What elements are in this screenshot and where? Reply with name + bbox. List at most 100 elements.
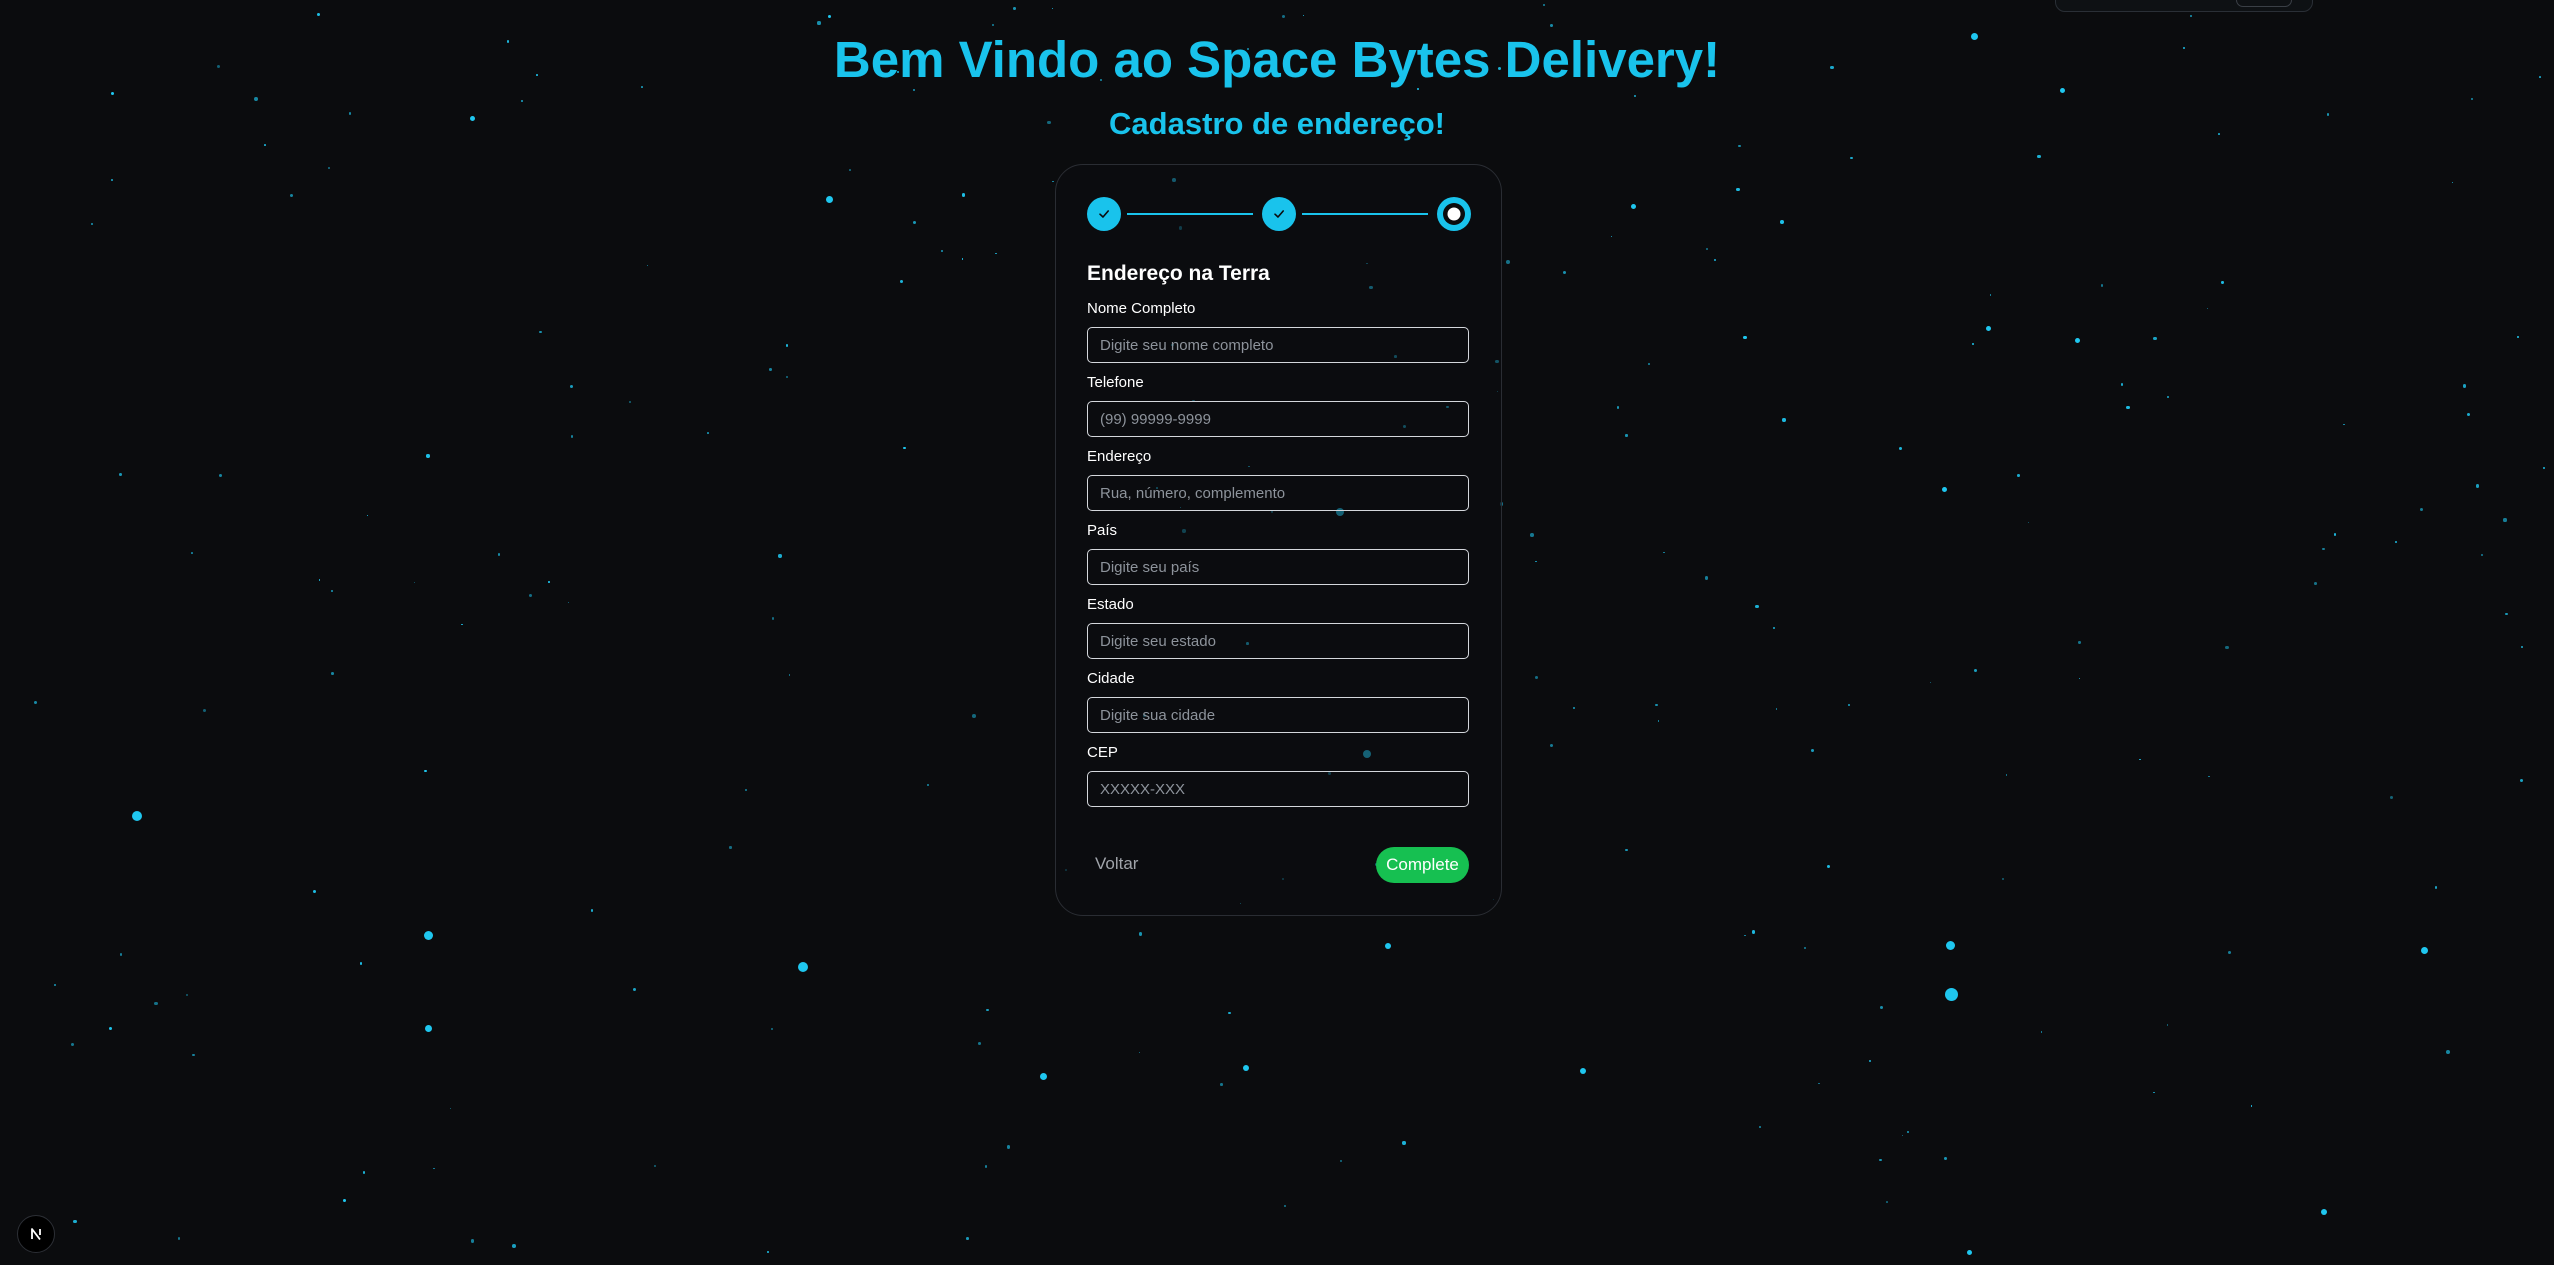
star	[1941, 486, 1947, 492]
star	[2519, 778, 2523, 782]
star	[2005, 774, 2008, 777]
star	[2206, 307, 2208, 309]
star	[567, 602, 570, 604]
star	[413, 581, 416, 584]
star	[966, 1236, 969, 1240]
complete-button[interactable]: Complete	[1376, 847, 1469, 883]
star	[316, 13, 320, 17]
star	[707, 432, 709, 434]
country-input[interactable]	[1087, 549, 1469, 585]
phone-input[interactable]	[1087, 401, 1469, 437]
star	[2505, 612, 2508, 616]
nextjs-logo-icon	[31, 1228, 41, 1241]
step-1-complete	[1087, 197, 1121, 231]
star	[785, 344, 789, 347]
star	[1818, 1083, 1820, 1085]
star	[1039, 1072, 1047, 1080]
star	[817, 21, 821, 25]
star	[2207, 775, 2210, 778]
nextjs-badge-button[interactable]	[17, 1215, 55, 1253]
star	[539, 330, 542, 334]
star	[2078, 677, 2081, 680]
star	[1385, 943, 1391, 949]
star	[424, 769, 427, 772]
back-button[interactable]: Voltar	[1087, 846, 1146, 882]
section-title: Endereço na Terra	[1087, 262, 1270, 285]
star	[1985, 325, 1991, 331]
star	[119, 473, 122, 476]
star	[1971, 342, 1975, 346]
star	[73, 1219, 77, 1224]
star	[570, 434, 574, 438]
star	[1736, 187, 1740, 192]
star	[1929, 681, 1932, 684]
star	[1657, 720, 1660, 722]
star	[433, 1167, 435, 1170]
star	[1966, 1249, 1972, 1255]
star	[2221, 281, 2224, 284]
star	[913, 89, 916, 92]
star	[218, 474, 222, 478]
star	[1610, 235, 1613, 238]
star	[1006, 1145, 1011, 1149]
star	[767, 1250, 770, 1253]
star	[940, 250, 943, 253]
star	[2343, 423, 2345, 426]
star	[1625, 848, 1629, 852]
star	[1283, 1204, 1286, 1207]
star	[203, 708, 207, 712]
star	[342, 1198, 346, 1202]
address-input[interactable]	[1087, 475, 1469, 511]
top-right-pill[interactable]	[2055, 0, 2313, 12]
star	[2542, 466, 2545, 469]
star	[1549, 24, 1553, 27]
top-right-pill-button[interactable]	[2236, 0, 2292, 7]
star	[132, 811, 142, 821]
star	[2100, 283, 2104, 287]
star	[1868, 1059, 1872, 1063]
star	[2520, 645, 2523, 649]
star	[2321, 1209, 2327, 1215]
star	[1803, 946, 1807, 950]
star	[2152, 336, 2157, 341]
star	[1220, 1083, 1223, 1086]
star	[1625, 434, 1628, 437]
city-input[interactable]	[1087, 697, 1469, 733]
star	[1228, 1011, 1232, 1015]
star	[2228, 950, 2232, 954]
star	[825, 195, 833, 203]
star	[254, 97, 258, 101]
star	[1989, 294, 1992, 297]
star	[912, 221, 917, 225]
star	[1848, 703, 1851, 706]
state-input[interactable]	[1087, 623, 1469, 659]
star	[1506, 260, 1510, 265]
star	[798, 962, 808, 972]
zipcode-input[interactable]	[1087, 771, 1469, 807]
full-name-input[interactable]	[1087, 327, 1469, 363]
star	[2028, 521, 2030, 523]
star	[2389, 796, 2393, 800]
star	[629, 401, 632, 404]
star	[1773, 626, 1776, 629]
star	[548, 581, 550, 584]
check-icon	[1099, 210, 1109, 218]
star	[328, 167, 330, 169]
star	[654, 1164, 657, 1167]
step-3-current	[1437, 197, 1471, 231]
star	[177, 1237, 181, 1240]
star	[1879, 1158, 1882, 1162]
star	[1755, 604, 1759, 609]
star	[2225, 646, 2229, 650]
star	[461, 623, 463, 626]
star	[2334, 533, 2337, 536]
star	[745, 789, 748, 792]
star	[53, 983, 56, 986]
address-form-card: Endereço na Terra Nome Completo Telefone…	[1055, 164, 1502, 916]
star	[33, 701, 37, 705]
star	[70, 1043, 74, 1047]
star	[264, 144, 267, 147]
star	[2462, 383, 2467, 388]
star	[1944, 987, 1958, 1001]
state-label: Estado	[1087, 596, 1134, 613]
